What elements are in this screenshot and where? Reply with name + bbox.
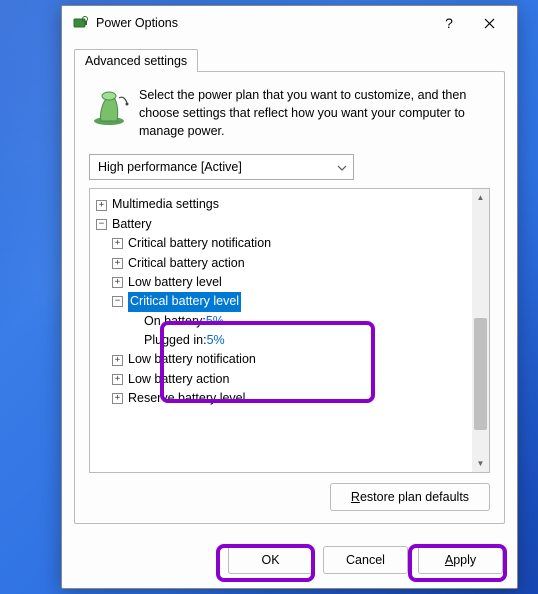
tree-item-crit-action[interactable]: Critical battery action bbox=[96, 254, 468, 273]
help-button[interactable]: ? bbox=[429, 8, 469, 38]
plugged-in-value[interactable]: 5% bbox=[207, 331, 225, 350]
scroll-thumb[interactable] bbox=[474, 318, 487, 430]
expand-icon[interactable] bbox=[112, 393, 123, 404]
close-button[interactable] bbox=[469, 8, 509, 38]
tree-item-crit-level[interactable]: Critical battery level bbox=[96, 292, 468, 311]
expand-icon[interactable] bbox=[112, 277, 123, 288]
collapse-icon[interactable] bbox=[112, 296, 123, 307]
power-plan-select[interactable]: High performance [Active] bbox=[89, 154, 354, 180]
tree-item-reserve[interactable]: Reserve battery level bbox=[96, 389, 468, 408]
scroll-track[interactable] bbox=[472, 206, 489, 455]
intro-text: Select the power plan that you want to c… bbox=[139, 86, 469, 140]
expand-icon[interactable] bbox=[112, 355, 123, 366]
tab-advanced-settings[interactable]: Advanced settings bbox=[74, 49, 198, 72]
power-icon bbox=[72, 14, 90, 32]
ok-button[interactable]: OK bbox=[228, 546, 313, 574]
tree-item-multimedia[interactable]: Multimedia settings bbox=[96, 195, 468, 214]
expand-icon[interactable] bbox=[112, 258, 123, 269]
apply-button[interactable]: Apply bbox=[418, 546, 503, 574]
expand-icon[interactable] bbox=[112, 374, 123, 385]
scroll-up-button[interactable]: ▲ bbox=[472, 189, 489, 206]
tree-item-low-notify[interactable]: Low battery notification bbox=[96, 350, 468, 369]
restore-defaults-button[interactable]: Restore plan defaults bbox=[330, 483, 490, 511]
expand-icon[interactable] bbox=[112, 238, 123, 249]
power-options-dialog: Power Options ? Advanced settings Select… bbox=[61, 5, 518, 589]
settings-tree[interactable]: Multimedia settings Battery Critical bat… bbox=[89, 188, 490, 473]
tree-item-low-level[interactable]: Low battery level bbox=[96, 273, 468, 292]
tree-item-battery[interactable]: Battery bbox=[96, 215, 468, 234]
expand-icon[interactable] bbox=[96, 200, 107, 211]
power-plan-icon bbox=[89, 86, 129, 126]
tree-item-low-action[interactable]: Low battery action bbox=[96, 370, 468, 389]
titlebar[interactable]: Power Options ? bbox=[62, 6, 517, 40]
tab-panel: Select the power plan that you want to c… bbox=[74, 71, 505, 524]
tree-item-crit-notify[interactable]: Critical battery notification bbox=[96, 234, 468, 253]
tree-item-plugged-in[interactable]: Plugged in: 5% bbox=[96, 331, 468, 350]
tree-scrollbar[interactable]: ▲ ▼ bbox=[472, 189, 489, 472]
collapse-icon[interactable] bbox=[96, 219, 107, 230]
dialog-button-row: OK Cancel Apply bbox=[62, 536, 517, 588]
power-plan-selected: High performance [Active] bbox=[98, 160, 242, 174]
on-battery-value[interactable]: 5% bbox=[206, 312, 224, 331]
tree-item-on-battery[interactable]: On battery: 5% bbox=[96, 312, 468, 331]
scroll-down-button[interactable]: ▼ bbox=[472, 455, 489, 472]
cancel-button[interactable]: Cancel bbox=[323, 546, 408, 574]
chevron-down-icon bbox=[337, 160, 347, 174]
dialog-title: Power Options bbox=[96, 16, 429, 30]
